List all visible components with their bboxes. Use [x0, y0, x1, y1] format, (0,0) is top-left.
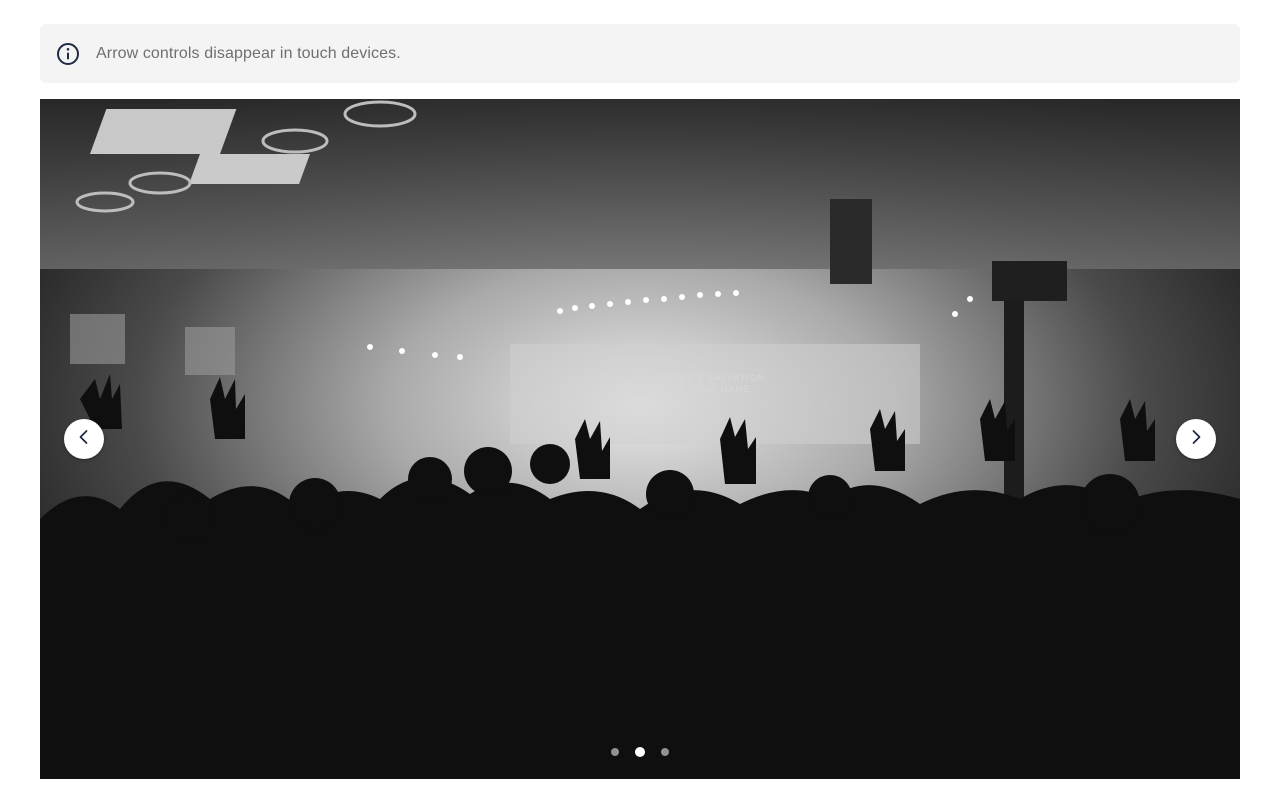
chevron-left-icon [76, 429, 92, 450]
info-notice: Arrow controls disappear in touch device… [40, 24, 1240, 83]
image-carousel[interactable]: THERE'S SALVATION IN YOUR NAME [40, 99, 1240, 779]
previous-slide-button[interactable] [64, 419, 104, 459]
next-slide-button[interactable] [1176, 419, 1216, 459]
slide-indicator-dot[interactable] [611, 748, 619, 756]
screen-text-line2: IN YOUR NAME [673, 384, 751, 394]
slide-indicator-dot[interactable] [635, 747, 645, 757]
notice-text: Arrow controls disappear in touch device… [96, 44, 401, 62]
chevron-right-icon [1188, 429, 1204, 450]
page: Arrow controls disappear in touch device… [0, 0, 1280, 800]
screen-text-line1: THERE'S SALVATION [659, 373, 765, 383]
slide-indicators [40, 747, 1240, 757]
concert-crowd-image: THERE'S SALVATION IN YOUR NAME [40, 99, 1240, 779]
slide-indicator-dot[interactable] [661, 748, 669, 756]
info-icon [56, 42, 80, 66]
carousel-slide: THERE'S SALVATION IN YOUR NAME [40, 99, 1240, 779]
